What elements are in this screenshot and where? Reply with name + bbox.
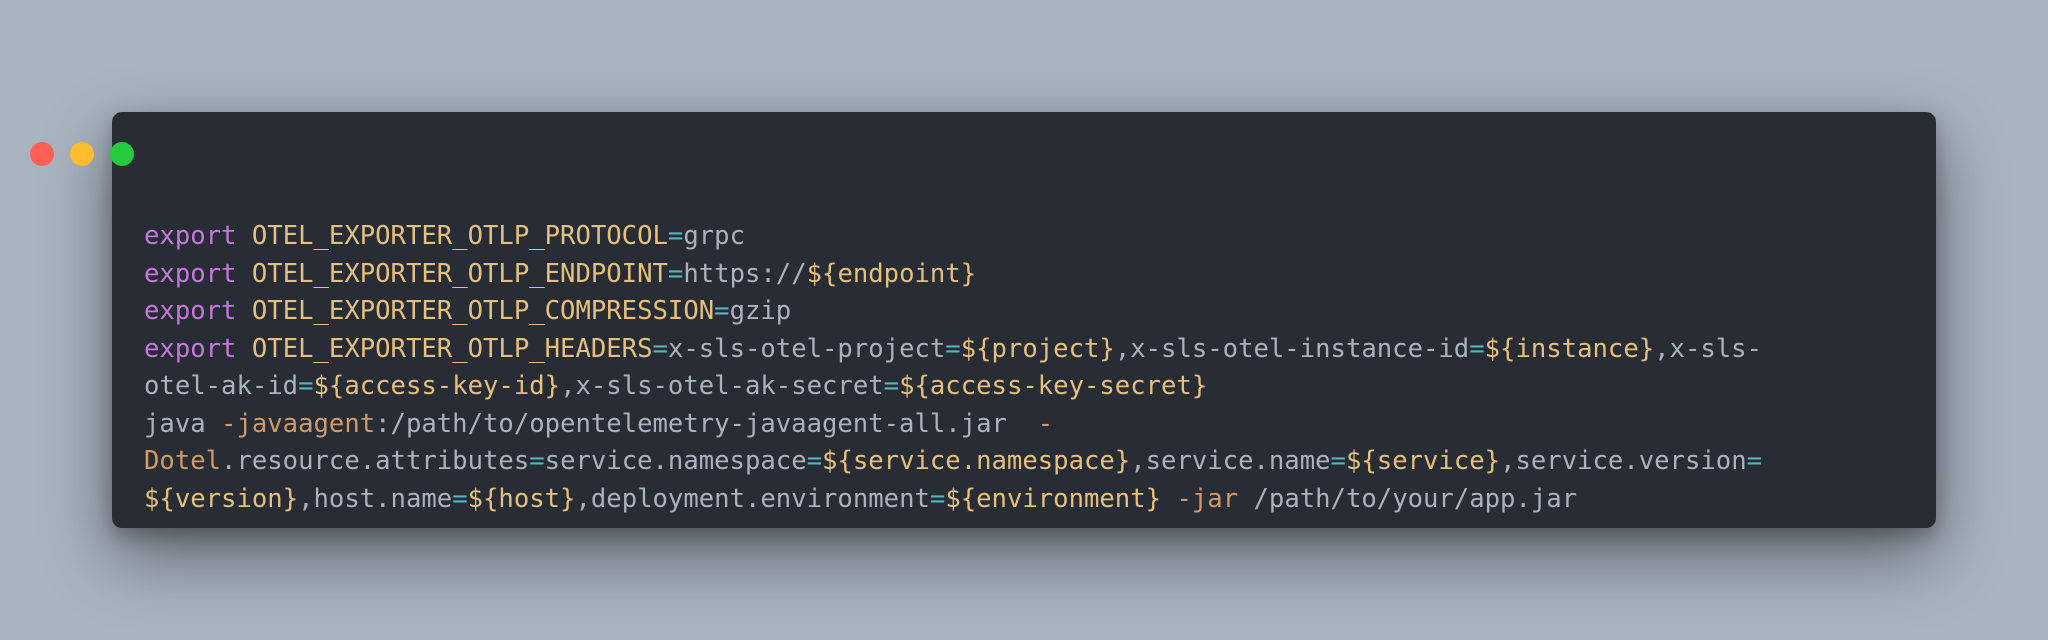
maximize-window-icon[interactable] <box>110 142 134 166</box>
code-line: export OTEL_EXPORTER_OTLP_ENDPOINT=https… <box>144 258 977 289</box>
code-line: export OTEL_EXPORTER_OTLP_HEADERS=x-sls-… <box>144 333 1763 364</box>
code-block: export OTEL_EXPORTER_OTLP_PROTOCOL=grpc … <box>144 218 1762 518</box>
code-line: otel-ak-id=${access-key-id},x-sls-otel-a… <box>144 371 1208 401</box>
code-line: java -javaagent:/path/to/opentelemetry-j… <box>144 408 1054 439</box>
code-line: export OTEL_EXPORTER_OTLP_PROTOCOL=grpc <box>144 221 745 251</box>
minimize-window-icon[interactable] <box>70 142 94 166</box>
code-line: Dotel.resource.attributes=service.namesp… <box>144 446 1763 476</box>
code-line: ${version},host.name=${host},deployment.… <box>144 483 1578 514</box>
code-line: export OTEL_EXPORTER_OTLP_COMPRESSION=gz… <box>144 296 792 326</box>
close-window-icon[interactable] <box>30 142 54 166</box>
window-controls <box>30 142 150 166</box>
